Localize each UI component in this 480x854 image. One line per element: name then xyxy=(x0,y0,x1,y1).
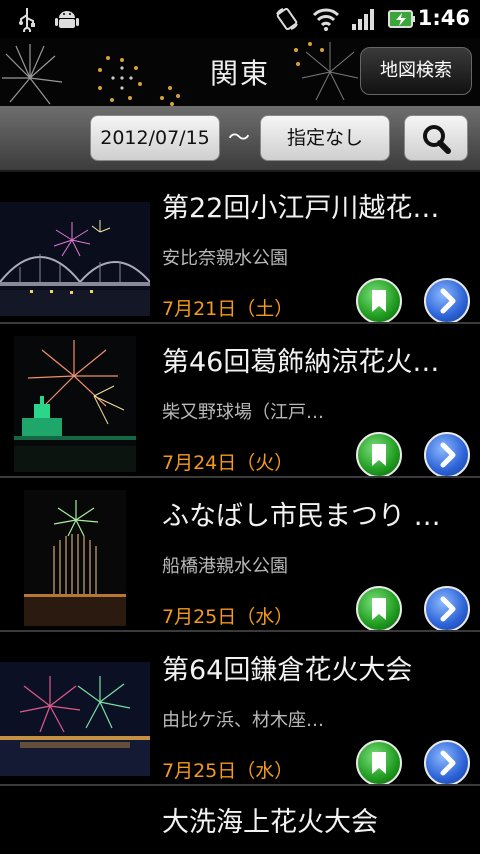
event-date: 7月21日（土） xyxy=(162,298,294,320)
event-title: 第64回鎌倉花火大会 xyxy=(162,655,413,686)
event-title: 第46回葛飾納涼花火… xyxy=(162,347,440,378)
event-place: 船橋港親水公園 xyxy=(162,556,288,577)
android-debug-icon xyxy=(54,6,80,36)
event-thumbnail xyxy=(24,490,126,626)
event-date: 7月25日（水） xyxy=(162,760,294,782)
detail-button[interactable] xyxy=(424,278,470,324)
bookmark-button[interactable] xyxy=(356,586,402,632)
chevron-right-icon xyxy=(440,442,456,468)
event-date: 7月25日（水） xyxy=(162,606,294,628)
list-item[interactable]: 大洗海上花火大会 xyxy=(0,788,480,854)
bookmark-icon xyxy=(372,598,386,620)
bookmark-icon xyxy=(372,290,386,312)
list-item[interactable]: 第22回小江戸川越花… 安比奈親水公園 7月21日（土） xyxy=(0,172,480,324)
bookmark-button[interactable] xyxy=(356,432,402,478)
event-date: 7月24日（火） xyxy=(162,452,294,474)
date-range-separator: ～ xyxy=(228,126,251,151)
chevron-right-icon xyxy=(440,750,456,776)
map-search-button[interactable]: 地図検索 xyxy=(360,47,472,95)
list-divider xyxy=(0,476,480,478)
detail-button[interactable] xyxy=(424,432,470,478)
detail-button[interactable] xyxy=(424,586,470,632)
signal-icon xyxy=(350,6,376,36)
list-item[interactable]: 第64回鎌倉花火大会 由比ケ浜、材木座… 7月25日（水） xyxy=(0,634,480,786)
battery-charging-icon xyxy=(388,6,416,36)
event-thumbnail xyxy=(14,336,136,472)
event-place: 柴又野球場（江戸… xyxy=(162,402,324,423)
event-title: ふなばし市民まつり … xyxy=(162,501,441,532)
end-date-button[interactable]: 指定なし xyxy=(260,115,390,161)
screen-rotate-icon xyxy=(274,6,300,36)
event-thumbnail xyxy=(0,662,150,776)
status-time: 1:46 xyxy=(417,6,470,30)
header: 関東 地図検索 xyxy=(0,38,480,107)
bookmark-icon xyxy=(372,752,386,774)
search-icon xyxy=(423,125,451,154)
list-divider xyxy=(0,784,480,786)
list-item[interactable]: 第46回葛飾納涼花火… 柴又野球場（江戸… 7月24日（火） xyxy=(0,326,480,478)
event-place: 安比奈親水公園 xyxy=(162,248,288,269)
date-filter-bar: 2012/07/15 ～ 指定なし xyxy=(0,106,480,172)
list-divider xyxy=(0,630,480,632)
list-item[interactable]: ふなばし市民まつり … 船橋港親水公園 7月25日（水） xyxy=(0,480,480,632)
bookmark-button[interactable] xyxy=(356,740,402,786)
event-place: 由比ケ浜、材木座… xyxy=(162,710,324,731)
start-date-button[interactable]: 2012/07/15 xyxy=(90,115,220,161)
event-title: 大洗海上花火大会 xyxy=(162,807,378,838)
bookmark-button[interactable] xyxy=(356,278,402,324)
event-thumbnail xyxy=(0,202,150,316)
chevron-right-icon xyxy=(440,288,456,314)
wifi-icon xyxy=(312,6,340,36)
status-bar: 1:46 xyxy=(0,0,480,38)
event-title: 第22回小江戸川越花… xyxy=(162,193,440,224)
usb-icon xyxy=(16,6,38,36)
search-button[interactable] xyxy=(404,115,468,161)
bookmark-icon xyxy=(372,444,386,466)
list-divider xyxy=(0,322,480,324)
chevron-right-icon xyxy=(440,596,456,622)
detail-button[interactable] xyxy=(424,740,470,786)
